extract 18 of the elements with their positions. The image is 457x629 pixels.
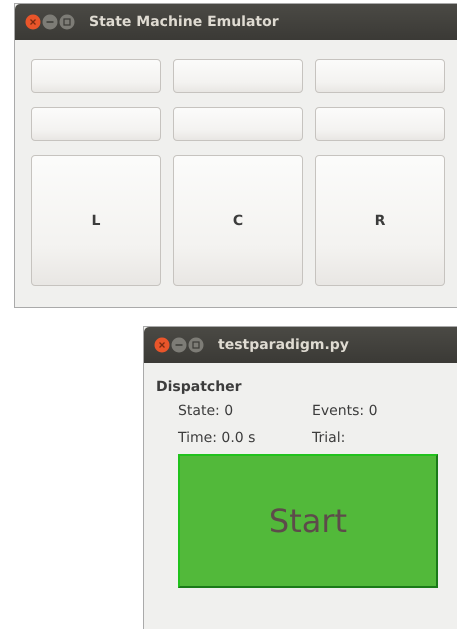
window-controls-icon[interactable] [25, 14, 75, 30]
status-label: Trial: [312, 430, 346, 446]
blank-button[interactable] [173, 107, 303, 141]
window-controls-icon[interactable] [154, 337, 204, 353]
status-label: Events: 0 [312, 403, 378, 419]
status-label: State: 0 [178, 403, 234, 419]
window-title: State Machine Emulator [89, 14, 279, 30]
key-button[interactable]: R [315, 155, 445, 286]
blank-button[interactable] [315, 59, 445, 93]
window-title: testparadigm.py [218, 337, 349, 353]
key-button[interactable]: C [173, 155, 303, 286]
blank-button[interactable] [173, 59, 303, 93]
key-button[interactable]: L [31, 155, 161, 286]
status-label: Time: 0.0 s [178, 430, 256, 446]
blank-button[interactable] [31, 107, 161, 141]
blank-button[interactable] [31, 59, 161, 93]
blank-button[interactable] [315, 107, 445, 141]
section-heading: Dispatcher [156, 379, 243, 395]
